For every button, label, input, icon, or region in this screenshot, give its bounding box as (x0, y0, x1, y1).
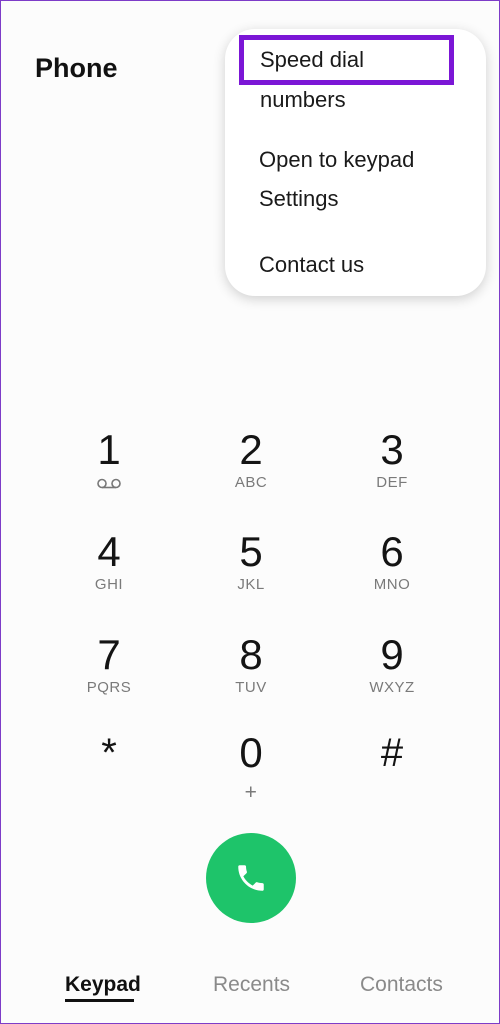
menu-item-open-to-keypad[interactable]: Open to keypad (259, 147, 414, 173)
key-1[interactable]: 1 (59, 426, 159, 489)
key-digit: 2 (239, 426, 263, 473)
key-0[interactable]: 0 + (201, 729, 301, 805)
tab-active-indicator (65, 999, 134, 1002)
key-star[interactable]: * (59, 729, 159, 777)
key-letters: WXYZ (369, 679, 415, 696)
key-letters: DEF (376, 474, 408, 491)
key-letters: JKL (237, 576, 265, 593)
key-6[interactable]: 6 MNO (342, 528, 442, 593)
key-4[interactable]: 4 GHI (59, 528, 159, 593)
key-7[interactable]: 7 PQRS (59, 631, 159, 696)
key-3[interactable]: 3 DEF (342, 426, 442, 491)
key-digit: 1 (97, 426, 121, 473)
key-digit: 3 (380, 426, 404, 473)
menu-item-contact-us[interactable]: Contact us (259, 252, 364, 278)
menu-item-settings[interactable]: Settings (259, 186, 339, 212)
key-letters: PQRS (86, 679, 132, 696)
key-digit: 8 (239, 631, 263, 678)
voicemail-icon (97, 478, 121, 489)
phone-icon (238, 865, 264, 891)
key-8[interactable]: 8 TUV (201, 631, 301, 696)
key-5[interactable]: 5 JKL (201, 528, 301, 593)
key-digit: * (101, 731, 117, 775)
key-hash[interactable]: # (342, 729, 442, 777)
key-digit: 5 (239, 528, 263, 575)
tab-recents[interactable]: Recents (213, 973, 290, 997)
key-letters: TUV (235, 679, 267, 696)
key-2[interactable]: 2 ABC (201, 426, 301, 491)
overflow-menu: Speed dial numbers Open to keypad Settin… (225, 29, 486, 296)
key-digit: 7 (97, 631, 121, 678)
key-digit: # (380, 731, 404, 775)
menu-item-speed-dial[interactable]: Speed dial numbers (239, 35, 454, 112)
key-digit: 9 (380, 631, 404, 678)
key-letters: + (244, 781, 258, 804)
tab-contacts[interactable]: Contacts (360, 973, 443, 997)
key-letters: GHI (94, 576, 124, 593)
key-digit: 0 (239, 729, 263, 776)
key-letters: ABC (234, 474, 268, 491)
key-digit: 4 (97, 528, 121, 575)
key-digit: 6 (380, 528, 404, 575)
call-button[interactable] (206, 833, 296, 923)
page-title: Phone (35, 53, 118, 83)
tab-keypad[interactable]: Keypad (65, 973, 141, 997)
key-9[interactable]: 9 WXYZ (342, 631, 442, 696)
key-letters: MNO (373, 576, 411, 593)
phone-screen: Phone Speed dial numbers Open to keypad … (0, 0, 500, 1024)
